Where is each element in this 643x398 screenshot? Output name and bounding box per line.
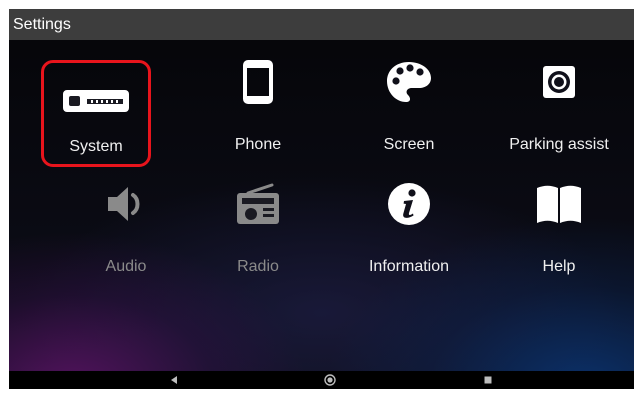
book-icon — [537, 185, 581, 223]
tile-information-label: Information — [368, 258, 450, 275]
title-bar: Settings — [9, 9, 634, 40]
tile-screen[interactable]: Screen — [334, 52, 484, 162]
camera-icon — [543, 66, 575, 98]
info-icon — [388, 183, 430, 225]
recent-square-icon — [484, 376, 492, 384]
tile-information[interactable]: Information — [334, 174, 484, 284]
tile-help[interactable]: Help — [484, 174, 634, 284]
phone-icon — [243, 60, 273, 104]
tile-phone[interactable]: Phone — [183, 52, 333, 162]
speaker-icon — [108, 187, 140, 221]
back-triangle-icon — [171, 376, 177, 384]
tile-phone-label: Phone — [234, 136, 282, 153]
nav-home-button[interactable] — [315, 371, 345, 389]
device-screen: Settings System Phone Screen Parking ass… — [9, 9, 634, 389]
page-title: Settings — [13, 16, 71, 33]
tile-audio-label: Audio — [105, 258, 147, 275]
tile-system[interactable]: System — [41, 60, 151, 167]
tile-screen-label: Screen — [383, 136, 435, 153]
car-stereo-icon — [63, 90, 129, 112]
tile-radio-label: Radio — [237, 258, 279, 275]
home-circle-icon — [324, 374, 336, 386]
tile-radio[interactable]: Radio — [183, 174, 333, 284]
nav-back-button[interactable] — [159, 371, 189, 389]
nav-recent-button[interactable] — [473, 371, 503, 389]
tile-help-label: Help — [542, 258, 576, 275]
tile-parking-assist[interactable]: Parking assist — [484, 52, 634, 162]
radio-icon — [237, 183, 279, 224]
tile-system-label: System — [69, 138, 123, 155]
tile-audio[interactable]: Audio — [51, 174, 201, 284]
palette-icon — [387, 62, 431, 102]
tile-parking-assist-label: Parking assist — [509, 136, 609, 153]
nav-bar — [9, 371, 634, 389]
